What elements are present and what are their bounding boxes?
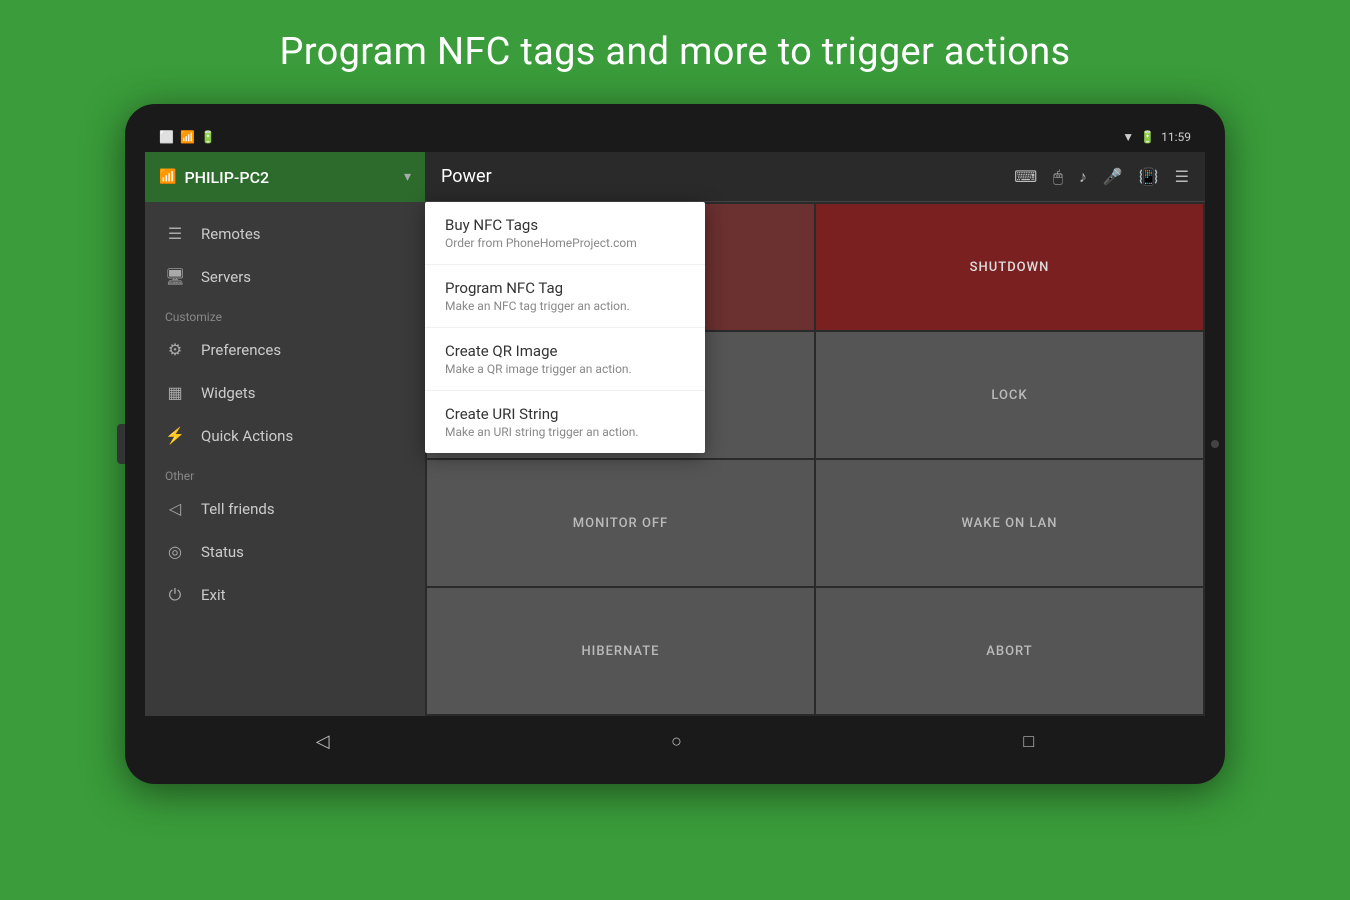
sidebar-item-exit[interactable]: ⏻ Exit [145, 573, 425, 617]
header-toolbar: ⌨ 🖱 ♪ 🎤 📳 ☰ [1014, 167, 1189, 187]
sidebar-item-quick-actions[interactable]: ⚡ Quick Actions [145, 414, 425, 457]
bottom-nav: ◁ ○ □ [145, 716, 1205, 766]
widgets-icon: ▦ [165, 383, 185, 402]
wifi-icon: 📶 [180, 130, 195, 144]
create-uri-title: Create URI String [445, 405, 685, 423]
remotes-icon: ☰ [165, 224, 185, 243]
sidebar: 📶 PHILIP-PC2 ▾ ☰ Remotes 🖥 Servers Custo… [145, 152, 425, 716]
status-left-icons: ⬜ 📶 🔋 [159, 130, 216, 144]
mouse-icon[interactable]: 🖱 [1053, 167, 1063, 187]
tablet-frame: ⬜ 📶 🔋 ▼ 🔋 11:59 📶 PHILIP-PC2 ▾ [125, 104, 1225, 784]
sidebar-header[interactable]: 📶 PHILIP-PC2 ▾ [145, 152, 425, 202]
status-right: ▼ 🔋 11:59 [1122, 130, 1191, 144]
share-icon: ◁ [165, 499, 185, 518]
shutdown-button[interactable]: SHUTDOWN [816, 204, 1203, 330]
page-headline: Program NFC tags and more to trigger act… [280, 30, 1071, 74]
dropdown-item-create-uri[interactable]: Create URI String Make an URI string tri… [425, 391, 705, 453]
program-nfc-title: Program NFC Tag [445, 279, 685, 297]
remotes-label: Remotes [201, 225, 261, 243]
quick-actions-icon: ⚡ [165, 426, 185, 445]
dropdown-item-buy-nfc[interactable]: Buy NFC Tags Order from PhoneHomeProject… [425, 202, 705, 265]
back-button[interactable]: ◁ [316, 731, 330, 752]
keyboard-icon[interactable]: ⌨ [1014, 167, 1037, 186]
tablet-side-button [117, 424, 125, 464]
create-qr-subtitle: Make a QR image trigger an action. [445, 362, 685, 376]
sidebar-item-tell-friends[interactable]: ◁ Tell friends [145, 487, 425, 530]
recent-apps-button[interactable]: □ [1023, 731, 1034, 752]
preferences-icon: ⚙ [165, 340, 185, 359]
hibernate-button[interactable]: HIBERNATE [427, 588, 814, 714]
sidebar-item-servers[interactable]: 🖥 Servers [145, 255, 425, 298]
dropdown-item-program-nfc[interactable]: Program NFC Tag Make an NFC tag trigger … [425, 265, 705, 328]
home-button[interactable]: ○ [671, 731, 682, 752]
sidebar-item-status[interactable]: ◎ Status [145, 530, 425, 573]
buy-nfc-title: Buy NFC Tags [445, 216, 685, 234]
tell-friends-label: Tell friends [201, 500, 275, 518]
quick-actions-label: Quick Actions [201, 427, 293, 445]
dropdown-item-create-qr[interactable]: Create QR Image Make a QR image trigger … [425, 328, 705, 391]
preferences-label: Preferences [201, 341, 281, 359]
wifi-status-icon: ▼ [1122, 130, 1134, 144]
create-uri-subtitle: Make an URI string trigger an action. [445, 425, 685, 439]
sidebar-item-remotes[interactable]: ☰ Remotes [145, 212, 425, 255]
battery-icon: 🔋 [1140, 130, 1155, 144]
mic-icon[interactable]: 🎤 [1103, 167, 1123, 186]
app-area: 📶 PHILIP-PC2 ▾ ☰ Remotes 🖥 Servers Custo… [145, 152, 1205, 716]
status-icon: ◎ [165, 542, 185, 561]
exit-icon: ⏻ [165, 585, 185, 605]
wake-on-lan-button[interactable]: WAKE ON LAN [816, 460, 1203, 586]
status-bar: ⬜ 📶 🔋 ▼ 🔋 11:59 [145, 122, 1205, 152]
main-title: Power [441, 166, 1002, 187]
wifi-connected-icon: 📶 [159, 169, 176, 185]
menu-icon[interactable]: ☰ [1175, 167, 1189, 186]
widgets-label: Widgets [201, 384, 255, 402]
lock-button[interactable]: LOCK [816, 332, 1203, 458]
screen-cast-icon: ⬜ [159, 130, 174, 144]
main-content: Power ⌨ 🖱 ♪ 🎤 📳 ☰ RESTART [425, 152, 1205, 716]
music-icon[interactable]: ♪ [1079, 167, 1087, 187]
tablet-screen: ⬜ 📶 🔋 ▼ 🔋 11:59 📶 PHILIP-PC2 ▾ [145, 122, 1205, 766]
chevron-down-icon[interactable]: ▾ [404, 169, 411, 185]
clock: 11:59 [1161, 130, 1191, 144]
status-label: Status [201, 543, 244, 561]
other-section-label: Other [145, 457, 425, 487]
sidebar-item-widgets[interactable]: ▦ Widgets [145, 371, 425, 414]
main-header: Power ⌨ 🖱 ♪ 🎤 📳 ☰ [425, 152, 1205, 202]
tablet-right-dot [1211, 440, 1219, 448]
customize-section-label: Customize [145, 298, 425, 328]
exit-label: Exit [201, 586, 226, 604]
pc-name: PHILIP-PC2 [184, 168, 396, 187]
buy-nfc-subtitle: Order from PhoneHomeProject.com [445, 236, 685, 250]
battery-level-icon: 🔋 [201, 130, 216, 144]
abort-button[interactable]: ABORT [816, 588, 1203, 714]
monitor-off-button[interactable]: MONITOR OFF [427, 460, 814, 586]
sidebar-menu: ☰ Remotes 🖥 Servers Customize ⚙ Preferen… [145, 202, 425, 627]
servers-icon: 🖥 [165, 267, 185, 286]
sidebar-item-preferences[interactable]: ⚙ Preferences [145, 328, 425, 371]
create-qr-title: Create QR Image [445, 342, 685, 360]
nfc-dropdown-menu: Buy NFC Tags Order from PhoneHomeProject… [425, 202, 705, 453]
vibration-icon[interactable]: 📳 [1139, 167, 1159, 186]
program-nfc-subtitle: Make an NFC tag trigger an action. [445, 299, 685, 313]
servers-label: Servers [201, 268, 251, 286]
